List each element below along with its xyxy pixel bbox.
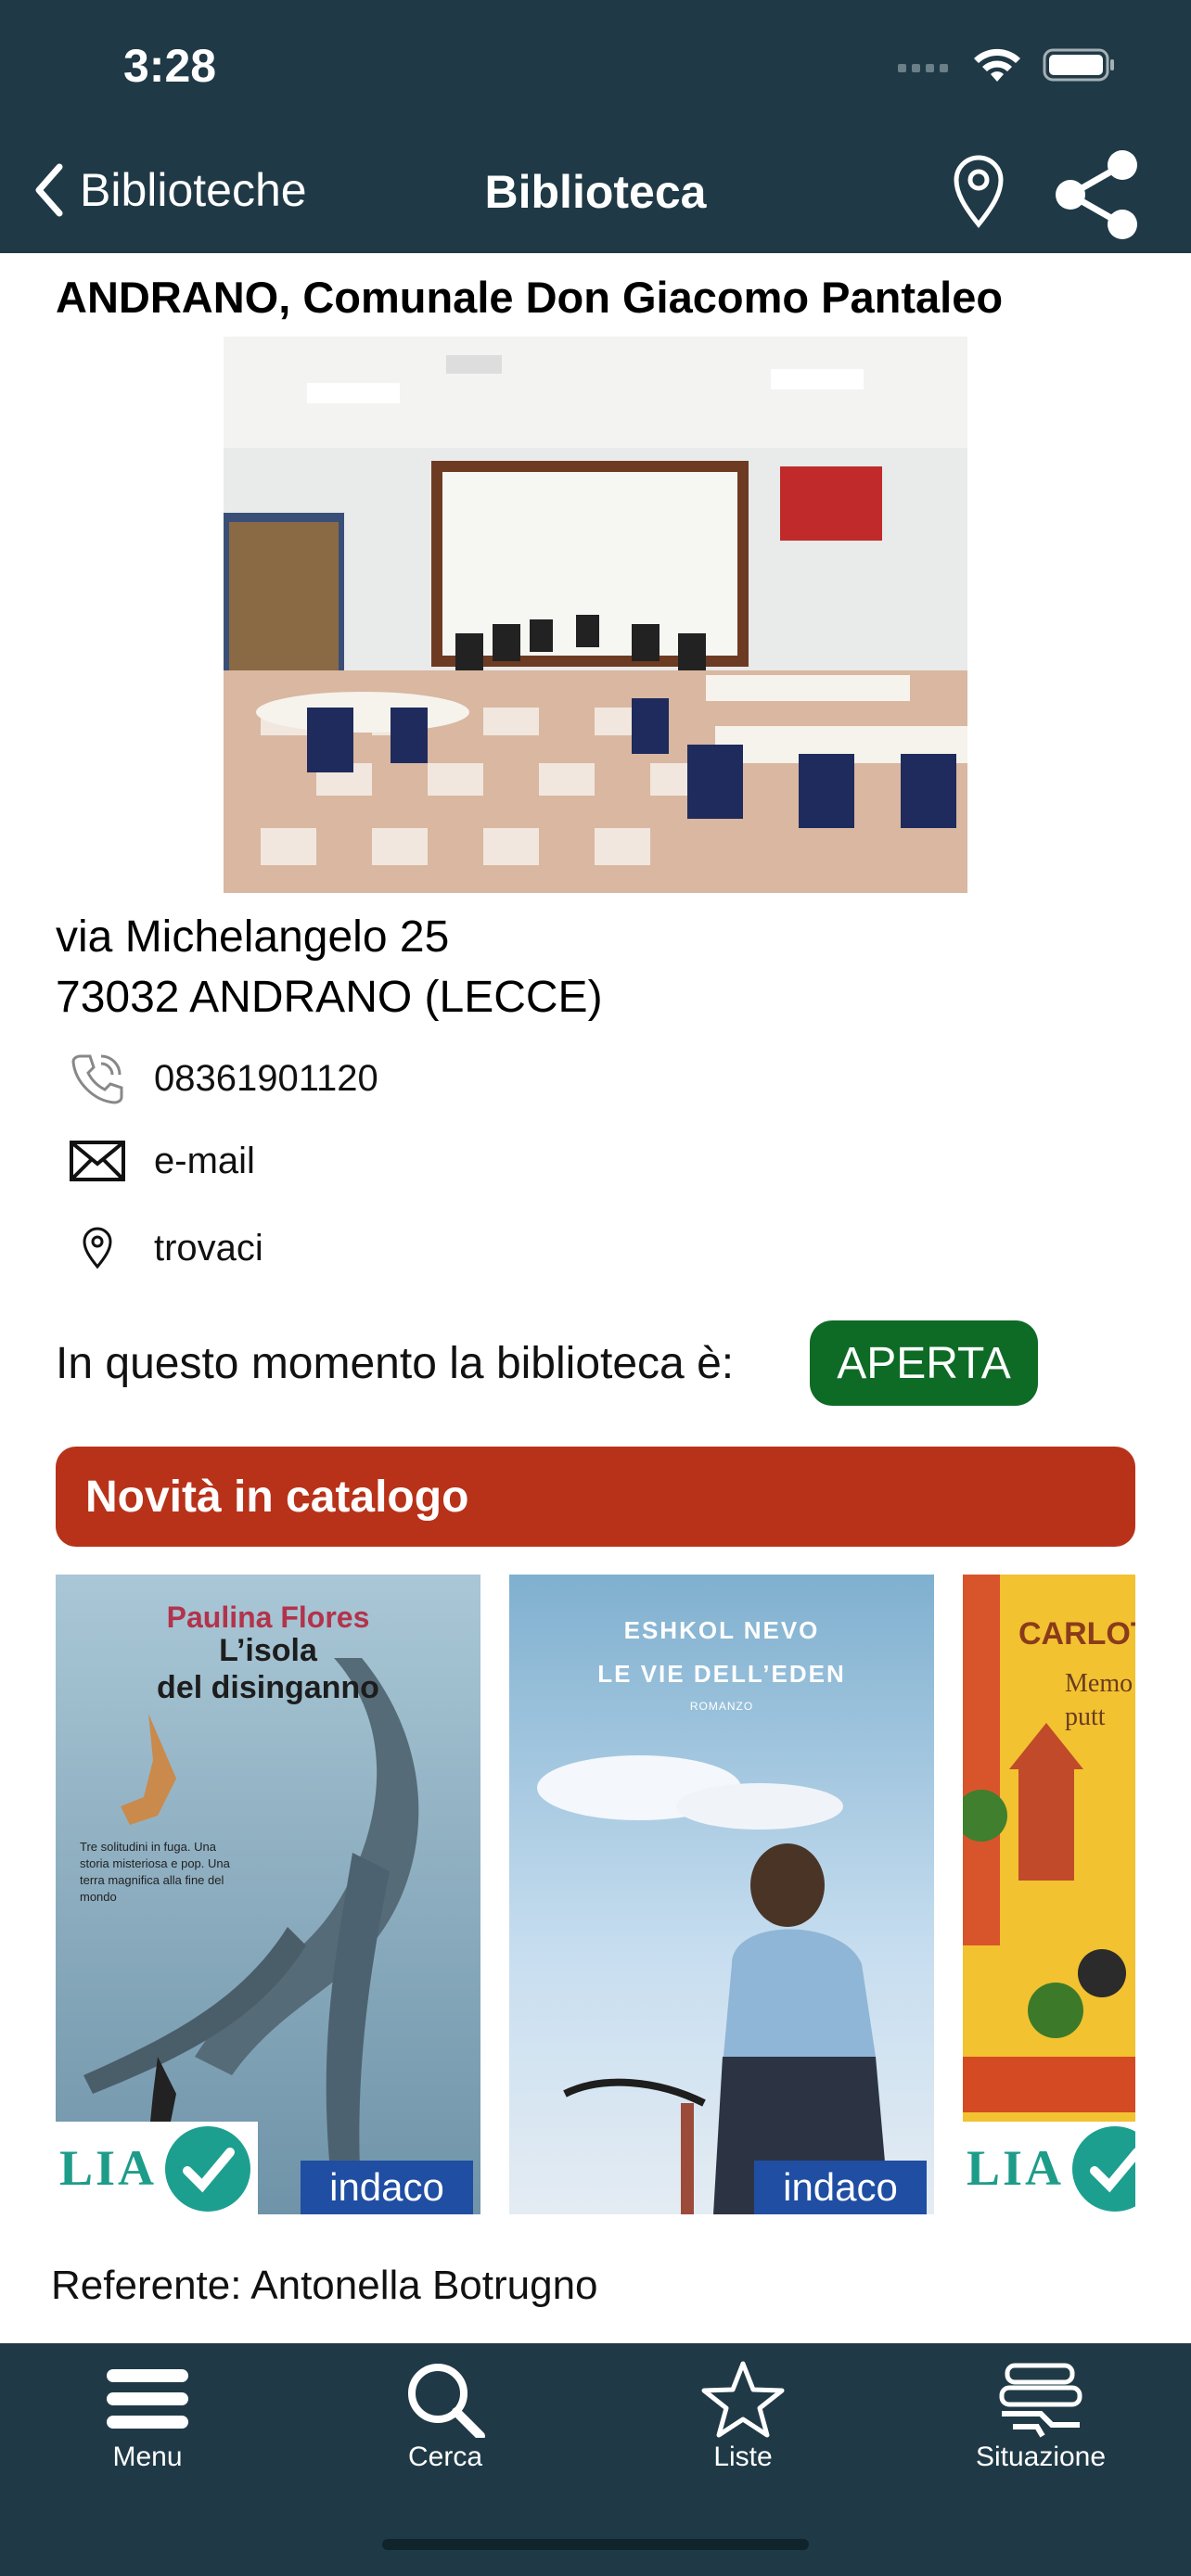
status-icons <box>896 46 1117 83</box>
share-icon <box>1056 150 1137 239</box>
library-referent: Referente: Antonella Botrugno <box>51 2263 598 2308</box>
phone-number: 08361901120 <box>154 1057 378 1099</box>
book-author: Paulina Flores <box>166 1600 370 1634</box>
lia-badge: LIA <box>56 2122 258 2214</box>
lia-badge: LIA <box>963 2122 1135 2214</box>
location-pin-button[interactable] <box>951 152 1006 235</box>
battery-icon <box>1043 48 1114 82</box>
book-title-line1: L’isola <box>219 1633 317 1668</box>
book-cover[interactable]: CARLOT Memo putt LIA <box>963 1575 1135 2214</box>
chevron-left-icon <box>35 163 63 217</box>
book-cover[interactable]: Paulina Flores L’isola del disinganno Tr… <box>56 1575 480 2214</box>
tab-search[interactable]: Cerca <box>352 2360 538 2473</box>
library-name: ANDRANO, Comunale Don Giacomo Pantaleo <box>56 273 1004 322</box>
news-section-header: Novità in catalogo <box>56 1447 1135 1547</box>
status-time: 3:28 <box>123 40 217 92</box>
directions-link: trovaci <box>154 1227 263 1269</box>
address-street: via Michelangelo 25 <box>56 912 450 962</box>
email-row[interactable]: e-mail <box>56 1140 255 1182</box>
book-title-line2: del disinganno <box>157 1670 379 1705</box>
status-bar: 3:28 <box>0 0 1191 139</box>
tab-status[interactable]: Situazione <box>948 2360 1133 2473</box>
book-subtitle: ROMANZO <box>689 1700 754 1713</box>
tab-status-label: Situazione <box>975 2442 1107 2472</box>
lia-badge-label: LIA <box>967 2140 1065 2196</box>
directions-row[interactable]: trovaci <box>56 1227 263 1269</box>
book-title: LE VIE DELL’EDEN <box>597 1660 846 1688</box>
navigation-bar: Biblioteche Biblioteca <box>0 139 1191 253</box>
book-cover[interactable]: ESHKOL NEVO LE VIE DELL’EDEN ROMANZO ind… <box>509 1575 934 2214</box>
book-subtitle-line1: Memo <box>1065 1669 1133 1698</box>
mail-icon <box>70 1141 125 1181</box>
lia-badge-label: LIA <box>59 2140 158 2196</box>
books-icon <box>999 2363 1082 2438</box>
wifi-icon <box>974 48 1020 82</box>
library-photo <box>224 337 967 893</box>
indaco-badge: indaco <box>754 2161 927 2214</box>
home-indicator[interactable] <box>382 2539 809 2550</box>
tab-lists[interactable]: Liste <box>650 2360 836 2473</box>
map-pin-icon <box>83 1227 112 1269</box>
open-status-badge: APERTA <box>810 1320 1038 1406</box>
checkmark-icon <box>1072 2126 1135 2212</box>
indaco-badge: indaco <box>301 2161 473 2214</box>
open-status-label: In questo momento la biblioteca è: <box>56 1339 735 1388</box>
email-link: e-mail <box>154 1140 255 1181</box>
location-pin-icon <box>954 155 1004 229</box>
phone-icon <box>71 1054 123 1104</box>
book-subtitle-line2: putt <box>1065 1702 1106 1731</box>
menu-icon <box>107 2369 188 2429</box>
tab-menu[interactable]: Menu <box>55 2360 240 2473</box>
book-author: ESHKOL NEVO <box>623 1616 820 1644</box>
book-title: L’isola del disinganno <box>56 1632 480 1706</box>
back-label: Biblioteche <box>80 164 307 216</box>
back-button[interactable]: Biblioteche <box>33 163 307 217</box>
book-author: CARLOT <box>1018 1616 1135 1651</box>
star-icon <box>701 2361 785 2438</box>
tab-lists-label: Liste <box>713 2442 773 2472</box>
book-subtitle: Memo putt <box>1065 1667 1133 1734</box>
new-books-carousel[interactable]: Paulina Flores L’isola del disinganno Tr… <box>56 1575 1135 2214</box>
cellular-signal-icon <box>898 64 948 72</box>
checkmark-icon <box>165 2126 250 2212</box>
search-icon <box>408 2364 485 2438</box>
book-blurb: Tre solitudini in fuga. Una storia miste… <box>80 1840 230 1904</box>
address-city: 73032 ANDRANO (LECCE) <box>56 973 603 1022</box>
phone-row[interactable]: 08361901120 <box>56 1049 378 1108</box>
tab-search-label: Cerca <box>407 2442 483 2472</box>
tab-menu-label: Menu <box>112 2442 183 2472</box>
share-button[interactable] <box>1048 147 1145 248</box>
